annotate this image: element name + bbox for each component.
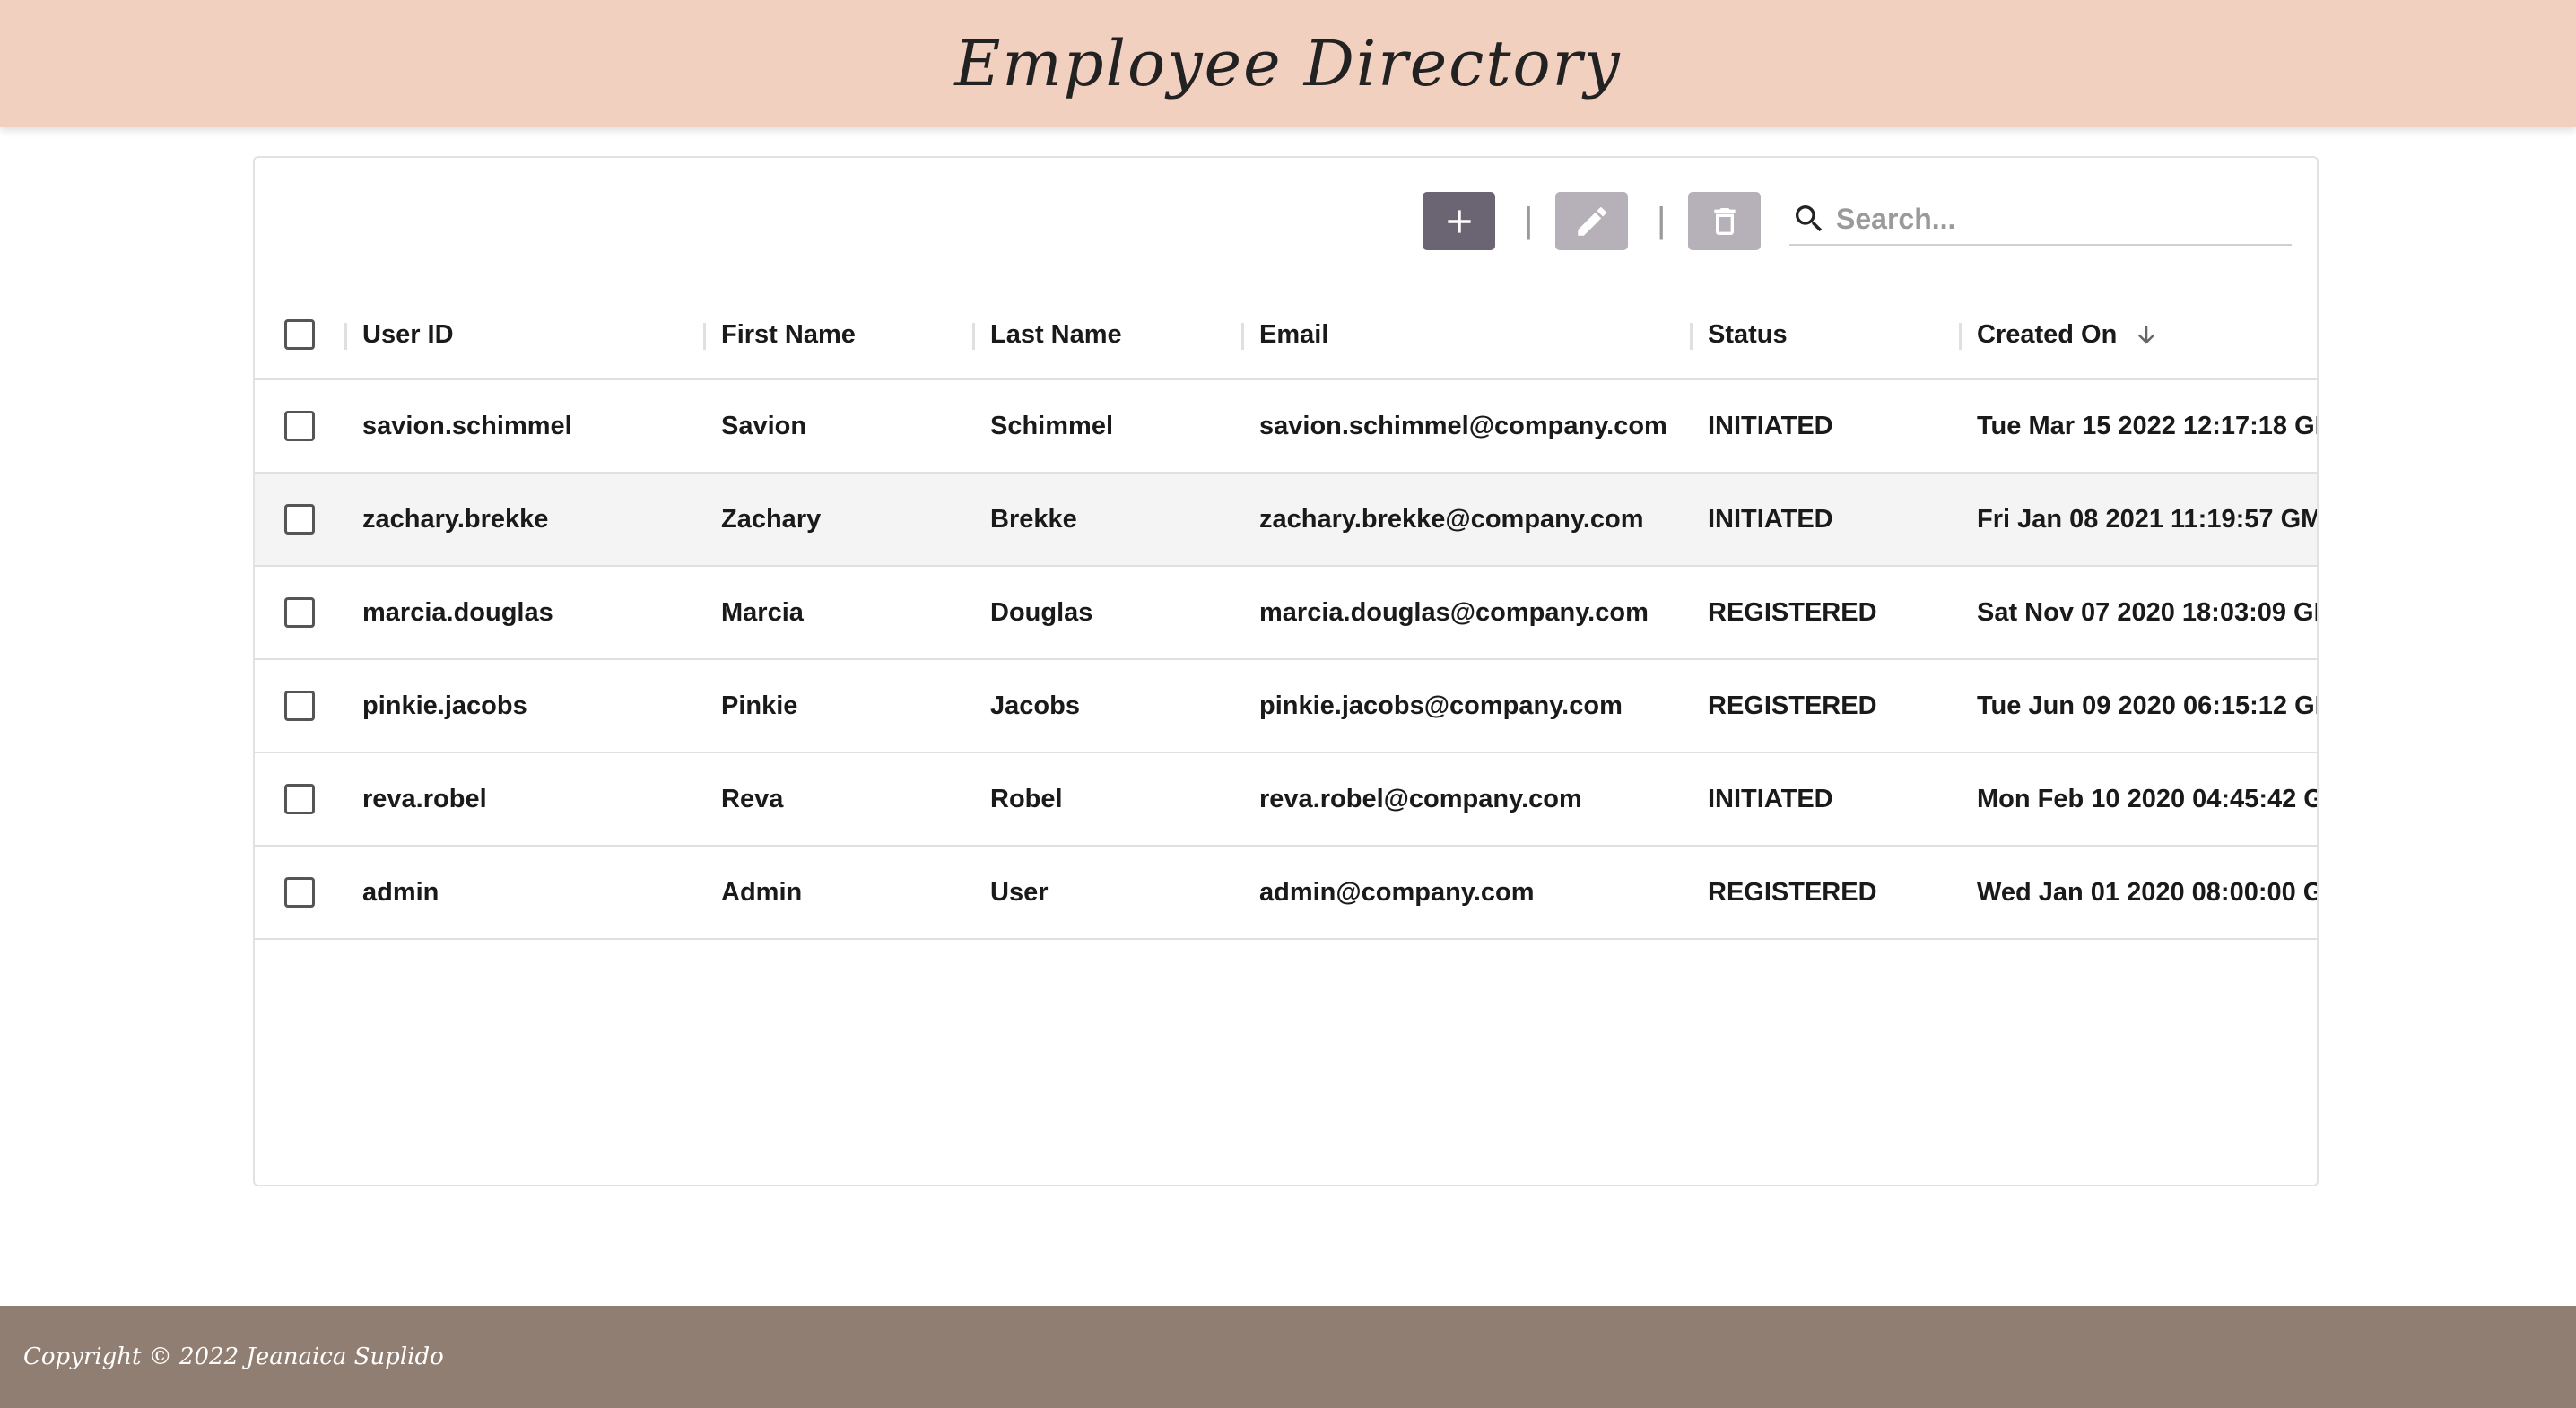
cell-user-id: zachary.brekke	[362, 504, 549, 534]
cell-status: INITIATED	[1708, 504, 1833, 534]
row-checkbox[interactable]	[284, 504, 315, 535]
cell-last-name: Robel	[990, 784, 1063, 813]
cell-first-name: Reva	[721, 784, 784, 813]
cell-user-id: pinkie.jacobs	[362, 691, 527, 720]
page-footer: Copyright © 2022 Jeanaica Suplido	[0, 1306, 2576, 1408]
row-checkbox[interactable]	[284, 877, 315, 908]
trash-icon	[1713, 207, 1736, 235]
cell-created-on: Sat Nov 07 2020 18:03:09 GM	[1977, 597, 2319, 627]
cell-email: savion.schimmel@company.com	[1259, 411, 1667, 440]
cell-created-on: Mon Feb 10 2020 04:45:42 GI	[1977, 784, 2319, 813]
cell-user-id: reva.robel	[362, 784, 487, 813]
table-row[interactable]: pinkie.jacobs Pinkie Jacobs pinkie.jacobs@c…	[255, 660, 2319, 753]
cell-created-on: Wed Jan 01 2020 08:00:00 GI	[1977, 877, 2319, 907]
cell-email: zachary.brekke@company.com	[1259, 504, 1644, 534]
column-separator[interactable]	[1959, 323, 1962, 350]
toolbar-separator: |	[1524, 201, 1534, 240]
search-input[interactable]	[1834, 201, 2268, 237]
row-checkbox[interactable]	[284, 691, 315, 721]
column-separator[interactable]	[344, 323, 347, 350]
table-header-row: User ID First Name Last Name Email Statu…	[255, 291, 2317, 380]
cell-first-name: Marcia	[721, 597, 804, 627]
page-title: Employee Directory	[954, 27, 1622, 100]
column-header-user-id[interactable]: User ID	[362, 291, 454, 378]
column-header-status[interactable]: Status	[1708, 291, 1788, 378]
select-all-checkbox[interactable]	[284, 319, 315, 350]
column-header-created-on[interactable]: Created On	[1977, 291, 2160, 378]
copyright-text: Copyright © 2022 Jeanaica Suplido	[23, 1343, 444, 1370]
cell-email: marcia.douglas@company.com	[1259, 597, 1649, 627]
column-separator[interactable]	[1241, 323, 1244, 350]
edit-button[interactable]	[1555, 192, 1628, 250]
column-separator[interactable]	[972, 323, 975, 350]
cell-first-name: Zachary	[721, 504, 822, 534]
table-row[interactable]: savion.schimmel Savion Schimmel savion.schi…	[255, 380, 2319, 474]
cell-user-id: marcia.douglas	[362, 597, 553, 627]
column-header-first-name[interactable]: First Name	[721, 291, 856, 378]
cell-last-name: Schimmel	[990, 411, 1113, 440]
cell-status: REGISTERED	[1708, 877, 1877, 907]
row-checkbox[interactable]	[284, 784, 315, 814]
column-header-last-name[interactable]: Last Name	[990, 291, 1122, 378]
add-button[interactable]	[1423, 192, 1495, 250]
cell-status: REGISTERED	[1708, 691, 1877, 720]
column-separator[interactable]	[1690, 323, 1693, 350]
search-box	[1789, 194, 2292, 246]
table-row[interactable]: marcia.douglas Marcia Douglas marcia.dougla…	[255, 567, 2319, 660]
cell-last-name: User	[990, 877, 1049, 907]
column-separator[interactable]	[703, 323, 706, 350]
cell-first-name: Pinkie	[721, 691, 798, 720]
cell-created-on: Tue Mar 15 2022 12:17:18 GM	[1977, 411, 2319, 440]
cell-status: REGISTERED	[1708, 597, 1877, 627]
table-row[interactable]: zachary.brekke Zachary Brekke zachary.brekk…	[255, 474, 2319, 567]
column-header-email[interactable]: Email	[1259, 291, 1328, 378]
table-row[interactable]: reva.robel Reva Robel reva.robel@company.co…	[255, 753, 2319, 847]
cell-created-on: Fri Jan 08 2021 11:19:57 GMT	[1977, 504, 2319, 534]
cell-first-name: Savion	[721, 411, 807, 440]
arrow-down-icon[interactable]	[2133, 321, 2160, 348]
table-row[interactable]: admin Admin User admin@company.com REGISTERE…	[255, 847, 2319, 940]
pencil-icon	[1577, 206, 1606, 236]
cell-last-name: Brekke	[990, 504, 1077, 534]
cell-last-name: Jacobs	[990, 691, 1080, 720]
cell-email: pinkie.jacobs@company.com	[1259, 691, 1623, 720]
plus-icon	[1447, 209, 1471, 233]
directory-card: | | User ID First Name Last Name Email S…	[253, 156, 2319, 1186]
cell-status: INITIATED	[1708, 784, 1833, 813]
toolbar-separator: |	[1657, 201, 1667, 240]
cell-created-on: Tue Jun 09 2020 06:15:12 GM	[1977, 691, 2319, 720]
cell-user-id: admin	[362, 877, 439, 907]
delete-button[interactable]	[1688, 192, 1761, 250]
employee-table: User ID First Name Last Name Email Statu…	[255, 291, 2319, 940]
table-body: savion.schimmel Savion Schimmel savion.schi…	[255, 380, 2319, 940]
column-header-created-on-label: Created On	[1977, 319, 2118, 349]
page-header: Employee Directory	[0, 0, 2576, 127]
cell-user-id: savion.schimmel	[362, 411, 572, 440]
cell-first-name: Admin	[721, 877, 803, 907]
cell-email: admin@company.com	[1259, 877, 1535, 907]
row-checkbox[interactable]	[284, 411, 315, 441]
cell-status: INITIATED	[1708, 411, 1833, 440]
cell-last-name: Douglas	[990, 597, 1093, 627]
cell-email: reva.robel@company.com	[1259, 784, 1582, 813]
row-checkbox[interactable]	[284, 597, 315, 628]
search-icon	[1796, 205, 1823, 232]
